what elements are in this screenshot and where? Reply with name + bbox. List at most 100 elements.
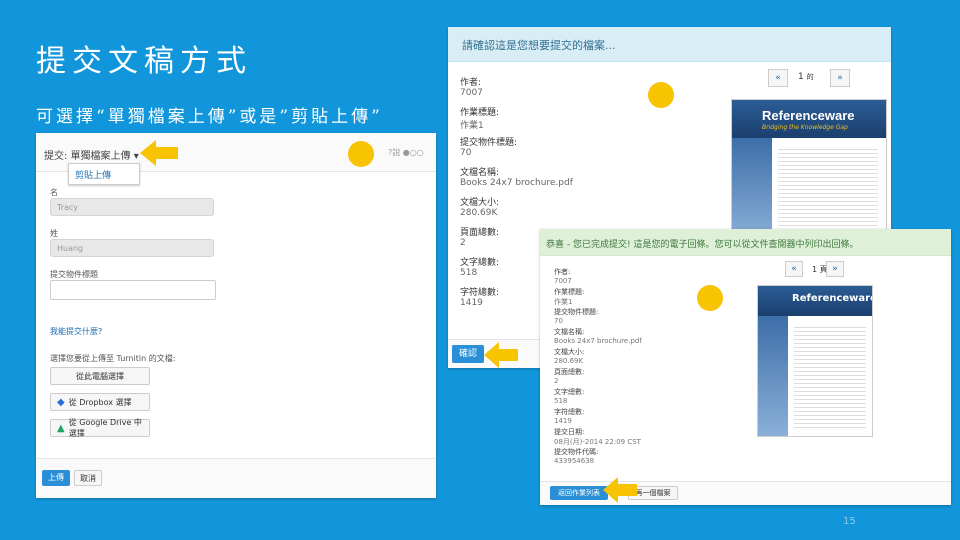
dropdown-menu: 剪貼上傳	[68, 163, 140, 185]
receipt-filesize-label: 文檔大小:	[554, 348, 585, 356]
confirm-button[interactable]: 確認	[452, 345, 484, 363]
receipt-author-label: 作者:	[554, 268, 571, 276]
slide-subtitle: 可選擇“單獨檔案上傳”或是”剪貼上傳”	[36, 107, 383, 127]
title-field[interactable]	[50, 280, 216, 300]
dropdown-item-paste[interactable]: 剪貼上傳	[69, 164, 139, 185]
receipt-id-label: 提交物件代碼:	[554, 448, 599, 456]
receipt-filename-value: Books 24x7 brochure.pdf	[554, 337, 642, 345]
choose-from-computer-label: 從此電腦選擇	[76, 371, 124, 381]
title-label: 提交物件標題	[50, 270, 98, 279]
meta-item: 文字總數: 518	[554, 387, 704, 407]
preview-body	[778, 146, 878, 236]
highlight-dot-icon	[348, 141, 374, 167]
choose-from-dropbox-label: 從 Dropbox 選擇	[68, 397, 132, 407]
meta-item: 作者: 7007	[554, 267, 704, 287]
last-name-label: 姓	[50, 229, 58, 238]
help-hint[interactable]: ?說 ●○○	[388, 147, 424, 158]
arrow-pointer-icon	[484, 342, 518, 368]
preview-tagline: Bridging the Knowledge Gap	[762, 124, 848, 131]
confirm-header-text: 請確認這是您想要提交的檔案...	[462, 39, 616, 52]
choose-from-dropbox-button[interactable]: ◆ 從 Dropbox 選擇	[50, 393, 150, 411]
meta-item: 提交物件代碼: 433954638	[554, 447, 704, 467]
receipt-id-value: 433954638	[554, 457, 595, 465]
meta-item: 作業標題: 作業1	[460, 105, 600, 135]
receipt-preview-brand: Referenceware	[792, 293, 873, 304]
meta-author-label: 作者:	[460, 78, 482, 88]
choose-from-computer-button[interactable]: 從此電腦選擇	[50, 367, 150, 385]
first-name-label: 名	[50, 188, 58, 197]
preview-sidebar	[732, 138, 772, 240]
pager-page-number: 1 的	[798, 72, 814, 82]
receipt-chars-value: 1419	[554, 417, 572, 425]
meta-item: 文檔名稱: Books 24x7 brochure.pdf	[460, 165, 600, 195]
receipt-pages-label: 頁面總數:	[554, 368, 585, 376]
upload-button[interactable]: 上傳	[42, 470, 70, 486]
receipt-title-label: 提交物件標題:	[554, 308, 599, 316]
dropbox-icon: ◆	[57, 396, 65, 408]
receipt-date-label: 提交日期:	[554, 428, 585, 436]
meta-filename-label: 文檔名稱:	[460, 168, 500, 178]
meta-item: 提交日期: 08月(月)-2014 22:09 CST	[554, 427, 704, 447]
receipt-preview-body	[794, 324, 866, 430]
receipt-filesize-value: 280.69K	[554, 357, 584, 365]
receipt-date-value: 08月(月)-2014 22:09 CST	[554, 438, 641, 446]
receipt-title-value: 70	[554, 317, 563, 325]
choose-from-gdrive-button[interactable]: ▲ 從 Google Drive 中選擇	[50, 418, 150, 438]
upload-form-panel: 提交: 單獨檔案上傳 ▾ ?說 ●○○ 剪貼上傳 名 Tracy 姓 Huang…	[36, 133, 436, 498]
slide-title: 提交文稿方式	[36, 44, 252, 79]
receipt-header-text: 恭喜 - 您已完成提交! 這是您的電子回條。您可以從文件查閱器中列印出回條。	[546, 240, 859, 250]
receipt-filename-label: 文檔名稱:	[554, 328, 585, 336]
choose-source-label: 選擇您要從上傳至 Turnitin 的文檔:	[50, 354, 176, 363]
receipt-assignment-label: 作業標題:	[554, 288, 585, 296]
meta-item: 提交物件標題: 70	[460, 135, 600, 165]
receipt-assignment-value: 作業1	[554, 298, 573, 306]
submit-another-label: 再一個檔案	[635, 489, 671, 497]
meta-item: 作業標題: 作業1	[554, 287, 704, 307]
meta-item: 文檔大小: 280.69K	[554, 347, 704, 367]
receipt-pages-value: 2	[554, 377, 559, 385]
meta-item: 文檔名稱: Books 24x7 brochure.pdf	[554, 327, 704, 347]
receipt-words-label: 文字總數:	[554, 388, 585, 396]
meta-filesize-label: 文檔大小:	[460, 198, 500, 208]
receipt-words-value: 518	[554, 397, 568, 405]
preview-brand: Referenceware	[762, 108, 855, 123]
cancel-button[interactable]: 取消	[74, 470, 102, 486]
meta-item: 字符總數: 1419	[554, 407, 704, 427]
submit-type-select[interactable]: 提交: 單獨檔案上傳 ▾	[44, 147, 139, 162]
arrow-pointer-icon	[140, 140, 178, 166]
meta-filename-value: Books 24x7 brochure.pdf	[460, 178, 573, 188]
receipt-pager-prev-button[interactable]: «	[785, 261, 803, 277]
highlight-dot-icon	[648, 82, 674, 108]
meta-title-value: 70	[460, 148, 472, 158]
return-to-list-button[interactable]: 返回作業列表	[550, 486, 608, 500]
meta-item: 作者: 7007	[460, 75, 600, 105]
pager-page: 1	[798, 72, 804, 82]
preview-banner: Referenceware Bridging the Knowledge Gap	[732, 100, 886, 138]
page-number: 15	[843, 516, 856, 527]
receipt-metadata: 作者: 7007 作業標題: 作業1 提交物件標題: 70 文檔名稱: Books 24…	[554, 267, 704, 467]
document-preview: Referenceware Bridging the Knowledge Gap	[731, 99, 887, 241]
what-can-i-submit-link[interactable]: 我能提交什麼?	[50, 326, 102, 337]
meta-assignment-label: 作業標題:	[460, 108, 500, 118]
receipt-author-value: 7007	[554, 277, 572, 285]
choose-from-gdrive-label: 從 Google Drive 中選擇	[68, 418, 142, 438]
receipt-pager-next-button[interactable]: »	[826, 261, 844, 277]
first-name-field[interactable]: Tracy	[50, 198, 214, 216]
receipt-preview-sidebar	[758, 316, 788, 436]
last-name-field[interactable]: Huang	[50, 239, 214, 257]
meta-item: 頁面總數: 2	[554, 367, 704, 387]
receipt-preview-banner: Referenceware	[758, 286, 872, 316]
pager-next-button[interactable]: »	[830, 69, 850, 87]
meta-assignment-value: 作業1	[460, 121, 484, 131]
meta-author-value: 7007	[460, 88, 483, 98]
receipt-document-preview: Referenceware	[757, 285, 873, 437]
cancel-label: 取消	[80, 473, 96, 483]
highlight-dot-icon	[697, 285, 723, 311]
pager-prev-button[interactable]: «	[768, 69, 788, 87]
meta-filesize-value: 280.69K	[460, 208, 498, 218]
receipt-chars-label: 字符總數:	[554, 408, 585, 416]
arrow-pointer-icon	[603, 477, 637, 503]
meta-item: 提交物件標題: 70	[554, 307, 704, 327]
meta-item: 文檔大小: 280.69K	[460, 195, 600, 225]
google-drive-icon: ▲	[57, 422, 65, 434]
